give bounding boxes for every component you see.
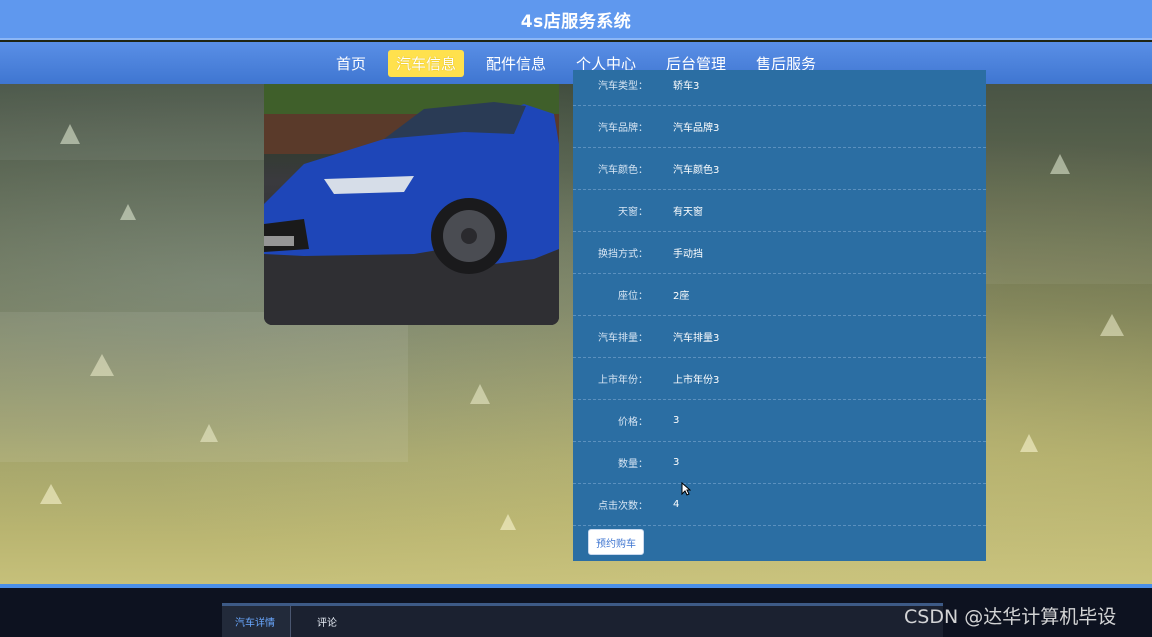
car-image [264,84,559,325]
detail-label: 换挡方式： [598,249,648,260]
detail-value: 4 [673,499,680,510]
detail-row-displacement: 汽车排量： 汽车排量3 [573,316,986,358]
detail-value: 3 [673,415,680,426]
detail-value: 汽车颜色3 [673,165,720,176]
book-car-button[interactable]: 预约购车 [588,529,644,555]
detail-value: 3 [673,457,680,468]
nav-item-car-info[interactable]: 汽车信息 [387,49,464,77]
car-detail-panel: 汽车类型： 轿车3 汽车品牌： 汽车品牌3 汽车颜色： 汽车颜色3 天窗： 有天… [573,70,986,561]
top-bar: 4s店服务系统 [0,0,1152,40]
detail-label: 点击次数： [598,501,648,512]
detail-label: 天窗： [618,207,648,218]
detail-label: 汽车类型： [598,81,648,92]
detail-list: 汽车类型： 轿车3 汽车品牌： 汽车品牌3 汽车颜色： 汽车颜色3 天窗： 有天… [573,70,986,526]
footer: 汽车详情 评论 CSDN @达华计算机毕设 [0,588,1152,637]
detail-label: 上市年份： [598,375,648,386]
detail-row-price: 价格： 3 [573,400,986,442]
detail-label: 汽车排量： [598,333,648,344]
detail-value: 上市年份3 [673,375,720,386]
detail-row-clicks: 点击次数： 4 [573,484,986,526]
detail-row-seats: 座位： 2座 [573,274,986,316]
nav-item-home[interactable]: 首页 [328,50,374,77]
watermark: CSDN @达华计算机毕设 [904,606,1117,628]
mouse-cursor-icon [681,482,691,496]
detail-value: 有天窗 [673,207,703,218]
nav-item-parts-info[interactable]: 配件信息 [478,50,554,77]
detail-label: 汽车品牌： [598,123,648,134]
tab-comments[interactable]: 评论 [317,606,337,637]
car-photo [264,84,559,325]
detail-label: 汽车颜色： [598,165,648,176]
detail-row-car-type: 汽车类型： 轿车3 [573,70,986,106]
detail-label: 价格： [618,417,648,428]
detail-value: 轿车3 [673,81,700,92]
detail-value: 手动挡 [673,249,703,260]
tab-car-details[interactable]: 汽车详情 [222,606,291,637]
detail-row-transmission: 换挡方式： 手动挡 [573,232,986,274]
detail-row-release-year: 上市年份： 上市年份3 [573,358,986,400]
detail-row-quantity: 数量： 3 [573,442,986,484]
detail-label: 座位： [618,291,648,302]
detail-value: 2座 [673,291,690,302]
site-title: 4s店服务系统 [520,11,632,32]
detail-value: 汽车品牌3 [673,123,720,134]
detail-label: 数量： [618,459,648,470]
detail-row-sunroof: 天窗： 有天窗 [573,190,986,232]
detail-tabs: 汽车详情 评论 [222,603,943,637]
detail-value: 汽车排量3 [673,333,720,344]
detail-row-brand: 汽车品牌： 汽车品牌3 [573,106,986,148]
detail-row-color: 汽车颜色： 汽车颜色3 [573,148,986,190]
